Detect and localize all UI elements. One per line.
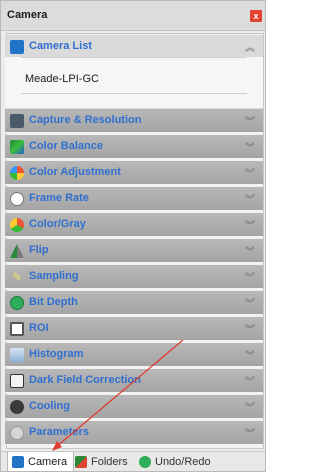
section-roi[interactable]: ROI ︾ — [5, 317, 263, 341]
bottom-tab-bar: Camera Folders Undo/Redo — [1, 451, 265, 472]
section-label: Color Balance — [29, 140, 103, 152]
section-label: Histogram — [29, 348, 84, 360]
tab-label: Undo/Redo — [155, 456, 211, 468]
section-capture-resolution[interactable]: Capture & Resolution ︾ — [5, 109, 263, 133]
sampling-icon: ✎ — [11, 270, 23, 284]
cooling-icon — [10, 400, 24, 414]
chevron-down-icon: ︾ — [245, 169, 255, 180]
section-label: Color/Gray — [29, 218, 86, 230]
bit-depth-icon — [10, 296, 24, 310]
chevron-down-icon: ︾ — [245, 351, 255, 362]
chevron-up-icon: ︽ — [245, 43, 255, 54]
section-color-adjustment[interactable]: Color Adjustment ︾ — [5, 161, 263, 185]
color-gray-icon — [10, 218, 24, 232]
camera-list-body: Meade-LPI-GC — [5, 57, 263, 109]
chevron-down-icon: ︾ — [245, 117, 255, 128]
chevron-down-icon: ︾ — [245, 273, 255, 284]
camera-icon — [12, 455, 24, 468]
capture-icon — [10, 114, 24, 128]
section-label: ROI — [29, 322, 49, 334]
color-adjustment-icon — [10, 166, 24, 180]
flip-icon — [10, 244, 24, 258]
section-dark-field-correction[interactable]: Dark Field Correction ︾ — [5, 369, 263, 393]
section-label: Dark Field Correction — [29, 374, 141, 386]
section-label: Frame Rate — [29, 192, 89, 204]
tab-undo-redo[interactable]: Undo/Redo — [139, 452, 211, 472]
panel-titlebar: Camera x — [1, 1, 265, 31]
section-label: Bit Depth — [29, 296, 78, 308]
chevron-down-icon: ︾ — [245, 195, 255, 206]
color-balance-icon — [10, 140, 24, 154]
camera-icon — [10, 40, 24, 54]
section-color-gray[interactable]: Color/Gray ︾ — [5, 213, 263, 237]
section-label: Cooling — [29, 400, 70, 412]
roi-icon — [10, 322, 24, 336]
section-label: Color Adjustment — [29, 166, 121, 178]
chevron-down-icon: ︾ — [245, 247, 255, 258]
section-bit-depth[interactable]: Bit Depth ︾ — [5, 291, 263, 315]
tab-label: Folders — [91, 456, 128, 468]
section-label: Capture & Resolution — [29, 114, 142, 126]
chevron-down-icon: ︾ — [245, 299, 255, 310]
chevron-down-icon: ︾ — [245, 429, 255, 440]
frame-rate-icon — [10, 192, 24, 206]
histogram-icon — [10, 348, 24, 362]
section-label: Camera List — [29, 40, 92, 52]
section-sampling[interactable]: ✎ Sampling ︾ — [5, 265, 263, 289]
chevron-down-icon: ︾ — [245, 377, 255, 388]
section-frame-rate[interactable]: Frame Rate ︾ — [5, 187, 263, 211]
chevron-down-icon: ︾ — [245, 325, 255, 336]
undo-redo-icon — [139, 456, 151, 468]
section-label: Parameters — [29, 426, 89, 438]
close-icon[interactable]: x — [250, 10, 262, 22]
camera-list-item[interactable]: Meade-LPI-GC — [25, 73, 99, 85]
section-label: Sampling — [29, 270, 79, 282]
camera-panel: Camera x Camera List ︽ Meade-LPI-GC Capt… — [0, 0, 266, 472]
section-cooling[interactable]: Cooling ︾ — [5, 395, 263, 419]
section-histogram[interactable]: Histogram ︾ — [5, 343, 263, 367]
panel-title: Camera — [7, 9, 48, 21]
chevron-down-icon: ︾ — [245, 221, 255, 232]
dark-field-icon — [10, 374, 24, 388]
chevron-down-icon: ︾ — [245, 403, 255, 414]
chevron-down-icon: ︾ — [245, 143, 255, 154]
section-label: Flip — [29, 244, 49, 256]
section-color-balance[interactable]: Color Balance ︾ — [5, 135, 263, 159]
tab-camera[interactable]: Camera — [7, 452, 75, 472]
section-parameters[interactable]: Parameters ︾ — [5, 421, 263, 445]
parameters-icon — [10, 426, 24, 440]
tab-folders[interactable]: Folders — [75, 452, 128, 472]
tab-label: Camera — [28, 455, 68, 468]
folders-icon — [75, 456, 87, 468]
section-flip[interactable]: Flip ︾ — [5, 239, 263, 263]
section-camera-list[interactable]: Camera List ︽ — [5, 35, 263, 59]
